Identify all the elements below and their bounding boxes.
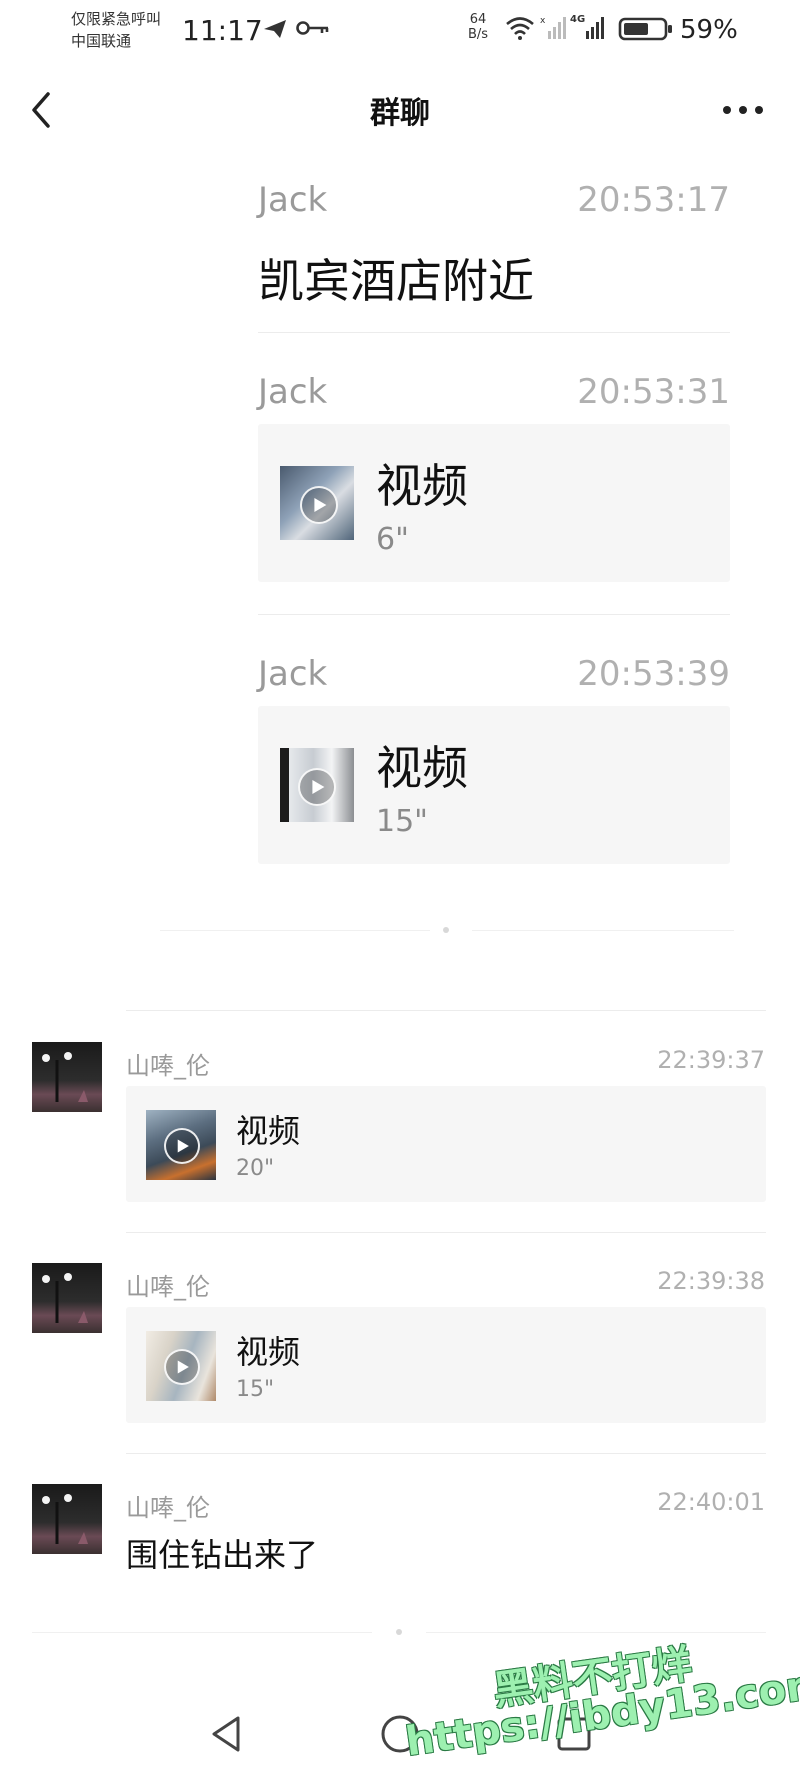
divider [258,332,730,333]
triangle-back-icon[interactable] [208,1714,244,1754]
sender-name: 山唪_伦 [126,1273,210,1301]
separator-dot [443,927,449,933]
message-time: 22:40:01 [657,1488,765,1516]
telegram-send-icon [264,20,286,38]
section-separator [426,1632,766,1633]
section-separator [160,930,430,931]
play-icon [164,1349,200,1385]
video-thumbnail [146,1331,216,1401]
battery-icon [618,17,672,41]
message-time: 20:53:39 [577,654,730,694]
net-speed-value: 64 [469,12,487,27]
video-duration: 15" [376,804,428,839]
play-icon [298,768,336,806]
page-title: 群聊 [370,96,430,131]
avatar[interactable] [32,1042,102,1112]
video-title: 视频 [236,1112,301,1150]
divider [126,1453,766,1454]
video-duration: 15" [236,1377,275,1402]
message-time: 20:53:17 [577,180,730,220]
divider [126,1232,766,1233]
message-text[interactable]: 凯宾酒店附近 [258,245,534,311]
video-card[interactable]: 视频 15" [258,706,730,864]
video-title: 视频 [376,459,468,513]
top-nav-bar: 群聊 [0,60,800,156]
divider [126,1010,766,1011]
avatar[interactable] [32,1484,102,1554]
signal-sim2-icon [586,17,604,39]
section-separator [472,930,734,931]
carrier-line2: 中国联通 [71,32,132,50]
signal-type-label: 4G [570,14,586,25]
sender-name: Jack [258,654,328,694]
play-icon [164,1128,200,1164]
svg-text:x: x [540,16,546,26]
section-separator [32,1632,372,1633]
carrier-info: 仅限紧急呼叫 中国联通 [71,8,161,52]
status-bar: 仅限紧急呼叫 中国联通 11:17 64 B/s x 4G 59% [0,0,800,60]
video-card[interactable]: 视频 15" [126,1307,766,1423]
sender-name: 山唪_伦 [126,1052,210,1080]
video-thumbnail [280,466,354,540]
streetlamp-image [42,1494,88,1544]
video-title: 视频 [236,1333,301,1371]
sender-name: 山唪_伦 [126,1494,210,1522]
video-card[interactable]: 视频 20" [126,1086,766,1202]
more-dots-icon[interactable] [718,100,768,120]
video-duration: 6" [376,522,409,557]
signal-sim1-icon: x [540,16,566,39]
divider [258,614,730,615]
carrier-line1: 仅限紧急呼叫 [71,10,162,28]
battery-percent: 59% [680,15,738,45]
key-icon [296,21,329,35]
net-speed: 64 B/s [468,12,488,42]
video-thumbnail [146,1110,216,1180]
video-card[interactable]: 视频 6" [258,424,730,582]
wifi-icon [506,17,534,40]
avatar[interactable] [32,1263,102,1333]
message-time: 20:53:31 [577,372,730,412]
sender-name: Jack [258,372,328,412]
video-thumbnail [280,748,354,822]
status-time: 11:17 [182,14,263,47]
streetlamp-image [42,1052,88,1102]
video-title: 视频 [376,741,468,795]
sender-name: Jack [258,180,328,220]
message-text[interactable]: 围住钻出来了 [126,1530,318,1576]
streetlamp-image [42,1273,88,1323]
video-duration: 20" [236,1156,275,1181]
net-speed-unit: B/s [468,27,489,42]
message-time: 22:39:38 [657,1267,765,1295]
message-time: 22:39:37 [657,1046,765,1074]
play-icon [300,486,338,524]
separator-dot [396,1629,402,1635]
